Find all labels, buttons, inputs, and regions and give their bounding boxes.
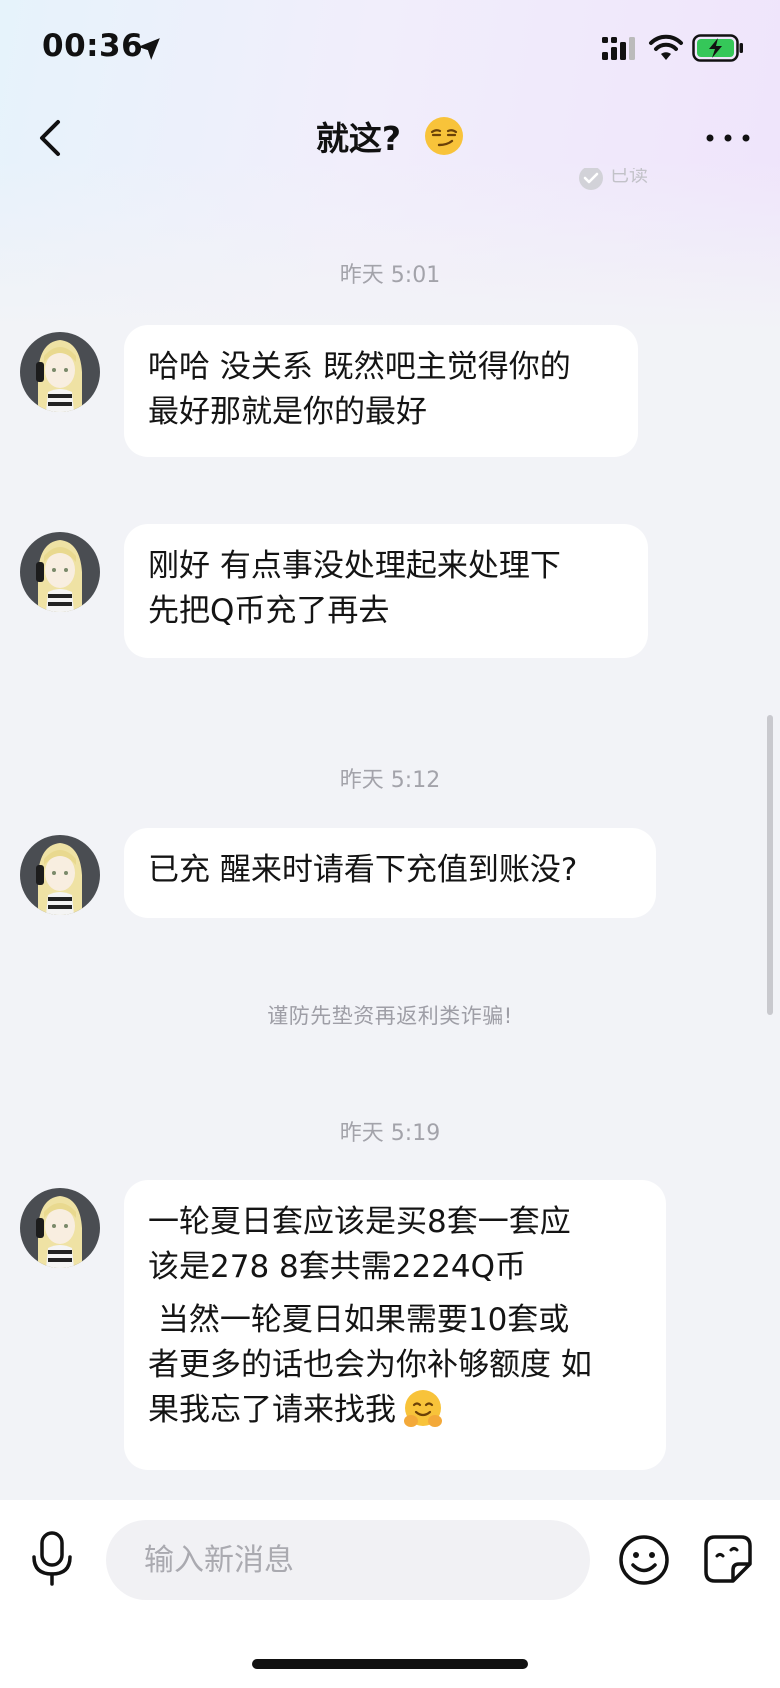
status-bar: 00:36: [0, 0, 780, 100]
cellular-signal-icon: [602, 37, 635, 60]
emoji-face-icon[interactable]: [618, 1534, 670, 1586]
message-line: 果我忘了请来找我: [148, 1392, 396, 1428]
hugging-face-emoji-icon: [404, 1390, 442, 1427]
read-receipt-label: 已读: [610, 168, 649, 186]
avatar[interactable]: [20, 532, 100, 612]
chat-header: 就这?: [0, 100, 780, 180]
status-time: 00:36: [42, 28, 144, 64]
message-line: 该是278 8套共需2224Q币: [148, 1249, 527, 1285]
avatar[interactable]: [20, 1188, 100, 1268]
message-line: 刚好 有点事没处理起来处理下: [148, 548, 561, 584]
anti-fraud-notice: 谨防先垫资再返利类诈骗!: [267, 1004, 513, 1028]
read-check-icon: [579, 168, 603, 190]
battery-charging-icon: [692, 34, 743, 62]
message-bubble[interactable]: 哈哈 没关系 既然吧主觉得你的 最好那就是你的最好: [124, 325, 638, 457]
message-paragraph: 一轮夏日套应该是买8套一套应 该是278 8套共需2224Q币: [148, 1200, 642, 1290]
message-bubble[interactable]: 刚好 有点事没处理起来处理下 先把Q币充了再去: [124, 524, 648, 658]
message-line: 最好那就是你的最好: [148, 394, 427, 430]
chat-title: 就这?: [315, 119, 402, 158]
message-line-with-emoji: 果我忘了请来找我: [148, 1388, 642, 1433]
message-line: 一轮夏日套应该是买8套一套应: [148, 1204, 571, 1240]
home-indicator[interactable]: [252, 1659, 528, 1669]
message-paragraph: 当然一轮夏日如果需要10套或 者更多的话也会为你补够额度 如 果我忘了请来找我: [148, 1298, 642, 1433]
read-receipt: 已读: [578, 168, 648, 202]
chat-title-wrap: 就这?: [0, 112, 780, 160]
timestamp: 昨天 5:12: [339, 768, 441, 793]
message-line: 已充 醒来时请看下充值到账没?: [148, 852, 578, 888]
scrollbar-thumb[interactable]: [767, 715, 773, 1015]
sticker-icon[interactable]: [703, 1534, 753, 1584]
message-input[interactable]: [106, 1520, 590, 1600]
anime-girl-avatar-image: [20, 532, 100, 612]
location-arrow-icon: [138, 38, 160, 60]
timestamp: 昨天 5:01: [339, 263, 441, 288]
anime-girl-avatar-image: [20, 1188, 100, 1268]
smirk-emoji-icon: [425, 117, 464, 155]
header-gradient-fade: [0, 160, 780, 330]
message-bubble[interactable]: 一轮夏日套应该是买8套一套应 该是278 8套共需2224Q币 当然一轮夏日如果…: [124, 1180, 666, 1470]
message-line: 当然一轮夏日如果需要10套或: [148, 1302, 570, 1338]
wifi-icon: [649, 34, 683, 60]
avatar[interactable]: [20, 332, 100, 412]
microphone-icon[interactable]: [28, 1530, 76, 1588]
anime-girl-avatar-image: [20, 332, 100, 412]
message-bubble[interactable]: 已充 醒来时请看下充值到账没?: [124, 828, 656, 918]
avatar[interactable]: [20, 835, 100, 915]
more-options-icon[interactable]: [700, 118, 756, 158]
message-line: 哈哈 没关系 既然吧主觉得你的: [148, 349, 571, 385]
message-line: 先把Q币充了再去: [148, 593, 390, 629]
anime-girl-avatar-image: [20, 835, 100, 915]
timestamp: 昨天 5:19: [339, 1121, 441, 1146]
message-line: 者更多的话也会为你补够额度 如: [148, 1347, 592, 1383]
